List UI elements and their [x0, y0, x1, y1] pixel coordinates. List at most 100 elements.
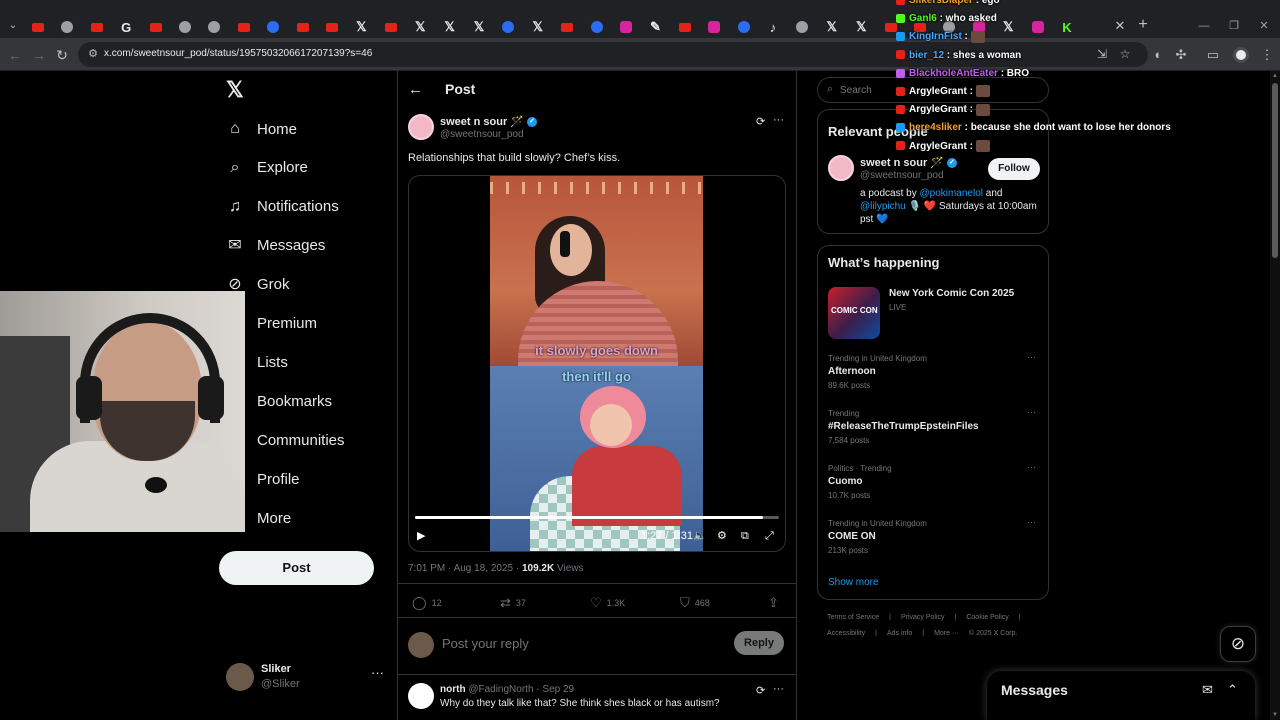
play-icon[interactable]: ▶ — [417, 529, 425, 543]
footer-link[interactable]: Ads info — [887, 630, 912, 637]
new-message-icon[interactable]: ✉ — [1202, 682, 1213, 698]
grok-floating-button[interactable]: ⊘ — [1220, 626, 1256, 662]
author-avatar[interactable] — [408, 114, 434, 140]
trend-more-icon[interactable]: ··· — [1027, 462, 1036, 472]
trend-name[interactable]: Afternoon — [828, 366, 876, 377]
reply-button[interactable]: Reply — [734, 631, 784, 655]
tab-favicon-yt-icon[interactable] — [558, 18, 576, 36]
minimize-icon[interactable]: — — [1196, 18, 1212, 34]
tab-favicon-generic-icon[interactable] — [58, 18, 76, 36]
fullscreen-icon[interactable]: ⤢ — [765, 529, 774, 543]
footer-link[interactable]: Cookie Policy — [966, 614, 1008, 621]
window-close-icon[interactable]: ✕ — [1256, 18, 1272, 34]
grok-explain-icon[interactable]: ⟳ — [756, 115, 765, 128]
nav-item-messages[interactable]: ✉ Messages — [226, 231, 325, 261]
url-text[interactable]: x.com/sweetnsour_pod/status/195750320661… — [104, 48, 372, 59]
back-icon[interactable]: ← — [6, 46, 24, 64]
tab-favicon-x-icon[interactable]: 𝕏 — [470, 18, 488, 36]
tab-favicon-x-icon[interactable]: 𝕏 — [852, 18, 870, 36]
browser-menu-icon[interactable]: ⋮ — [1258, 46, 1276, 64]
tab-favicon-yt-icon[interactable] — [676, 18, 694, 36]
tab-favicon-generic-icon[interactable] — [205, 18, 223, 36]
messages-drawer[interactable]: Messages ✉ ⌃ — [987, 671, 1255, 720]
repost-action[interactable]: ⇄ 37 — [500, 595, 526, 611]
reading-list-icon[interactable]: ▭ — [1204, 46, 1222, 64]
tab-search-chevron-icon[interactable]: ⌄ — [4, 18, 22, 34]
tab-favicon-yt-icon[interactable] — [235, 18, 253, 36]
video-progress-bar[interactable] — [415, 516, 779, 519]
tab-favicon-feather-icon[interactable]: ✎ — [646, 18, 664, 36]
tab-favicon-x-icon[interactable]: 𝕏 — [441, 18, 459, 36]
bookmark-action[interactable]: ⛉ 468 — [680, 595, 710, 611]
trend-name[interactable]: #ReleaseTheTrumpEpsteinFiles — [828, 421, 979, 432]
picture-in-picture-icon[interactable]: ⧉ — [741, 529, 749, 543]
tab-favicon-x-icon[interactable]: 𝕏 — [411, 18, 429, 36]
share-action[interactable]: ⇪ — [768, 595, 784, 611]
bio-link-pokimane[interactable]: @pokimanelol — [919, 188, 983, 199]
post-more-icon[interactable]: ··· — [773, 114, 784, 126]
video-player[interactable]: it slowly goes down then it'll go ▶ 1:27… — [408, 175, 786, 552]
tab-favicon-yt-icon[interactable] — [147, 18, 165, 36]
tab-favicon-yt-icon[interactable] — [88, 18, 106, 36]
tab-favicon-google-icon[interactable]: G — [117, 18, 135, 36]
footer-link[interactable]: Terms of Service — [827, 614, 879, 621]
event-thumbnail[interactable] — [828, 287, 880, 339]
tab-favicon-yt-icon[interactable] — [29, 18, 47, 36]
tab-favicon-yt-icon[interactable] — [323, 18, 341, 36]
tab-favicon-ig-icon[interactable] — [705, 18, 723, 36]
account-more-icon[interactable]: ··· — [371, 665, 384, 680]
trend-name[interactable]: COME ON — [828, 531, 876, 542]
tab-favicon-ring-icon[interactable] — [588, 18, 606, 36]
follow-button[interactable]: Follow — [988, 158, 1040, 180]
nav-item-notifications[interactable]: ♫ Notifications — [226, 192, 339, 222]
tab-favicon-ring-icon[interactable] — [264, 18, 282, 36]
event-name[interactable]: New York Comic Con 2025 — [889, 288, 1014, 299]
comment-more-icon[interactable]: ··· — [773, 683, 784, 695]
tab-favicon-yt-icon[interactable] — [382, 18, 400, 36]
footer-link[interactable]: Accessibility — [827, 630, 865, 637]
tab-favicon-x-icon[interactable]: 𝕏 — [529, 18, 547, 36]
comment-author[interactable]: north @FadingNorth · Sep 29 — [440, 684, 574, 695]
person-handle[interactable]: @sweetnsour_pod — [860, 170, 944, 181]
tab-favicon-ring-icon[interactable] — [735, 18, 753, 36]
x-logo-icon[interactable]: 𝕏 — [226, 79, 248, 101]
video-settings-icon[interactable]: ⚙ — [717, 529, 727, 543]
tab-favicon-yt-icon[interactable] — [294, 18, 312, 36]
reply-input[interactable]: Post your reply — [442, 636, 529, 651]
bio-link-lilypichu[interactable]: @lilypichu — [860, 201, 906, 212]
reload-icon[interactable]: ↻ — [53, 46, 71, 64]
comment-grok-icon[interactable]: ⟳ — [756, 684, 765, 697]
nav-item-explore[interactable]: ⌕ Explore — [226, 153, 308, 183]
footer-link[interactable]: More ··· — [934, 630, 959, 637]
nav-item-home[interactable]: ⌂ Home — [226, 114, 297, 144]
volume-icon[interactable]: 🔈 — [693, 529, 707, 543]
page-scrollbar[interactable]: ▲ ▼ — [1270, 71, 1280, 720]
tab-favicon-x-icon[interactable]: 𝕏 — [352, 18, 370, 36]
post-button[interactable]: Post — [219, 551, 374, 585]
trend-more-icon[interactable]: ··· — [1027, 352, 1036, 362]
expand-drawer-icon[interactable]: ⌃ — [1227, 682, 1238, 698]
comment-avatar[interactable] — [408, 683, 434, 709]
like-action[interactable]: ♡ 1.3K — [590, 595, 625, 611]
trend-more-icon[interactable]: ··· — [1027, 407, 1036, 417]
author-handle[interactable]: @sweetnsour_pod — [440, 129, 524, 140]
person-avatar[interactable] — [828, 155, 854, 181]
author-name[interactable]: sweet n sour 🪄 ✓ — [440, 115, 537, 128]
tab-favicon-ig-icon[interactable] — [617, 18, 635, 36]
trend-name[interactable]: Cuomo — [828, 476, 862, 487]
tab-favicon-tiktok-icon[interactable]: ♪ — [764, 18, 782, 36]
person-name[interactable]: sweet n sour 🪄 ✓ — [860, 156, 957, 169]
tab-favicon-ring-icon[interactable] — [499, 18, 517, 36]
maximize-icon[interactable]: ❐ — [1226, 18, 1242, 34]
forward-icon[interactable]: → — [30, 46, 48, 64]
post-timestamp[interactable]: 7:01 PM · Aug 18, 2025 · 109.2K Views — [408, 563, 584, 574]
show-more-link[interactable]: Show more — [828, 577, 879, 588]
site-info-icon[interactable]: ⚙ — [86, 47, 100, 61]
trend-more-icon[interactable]: ··· — [1027, 517, 1036, 527]
footer-link[interactable]: Privacy Policy — [901, 614, 945, 621]
account-switcher[interactable]: Sliker @Sliker ··· — [226, 661, 386, 697]
back-arrow-icon[interactable]: ← — [408, 81, 423, 98]
reply-action[interactable]: ◯ 12 — [412, 595, 442, 611]
browser-profile-avatar[interactable] — [1233, 47, 1249, 63]
tab-favicon-generic-icon[interactable] — [176, 18, 194, 36]
